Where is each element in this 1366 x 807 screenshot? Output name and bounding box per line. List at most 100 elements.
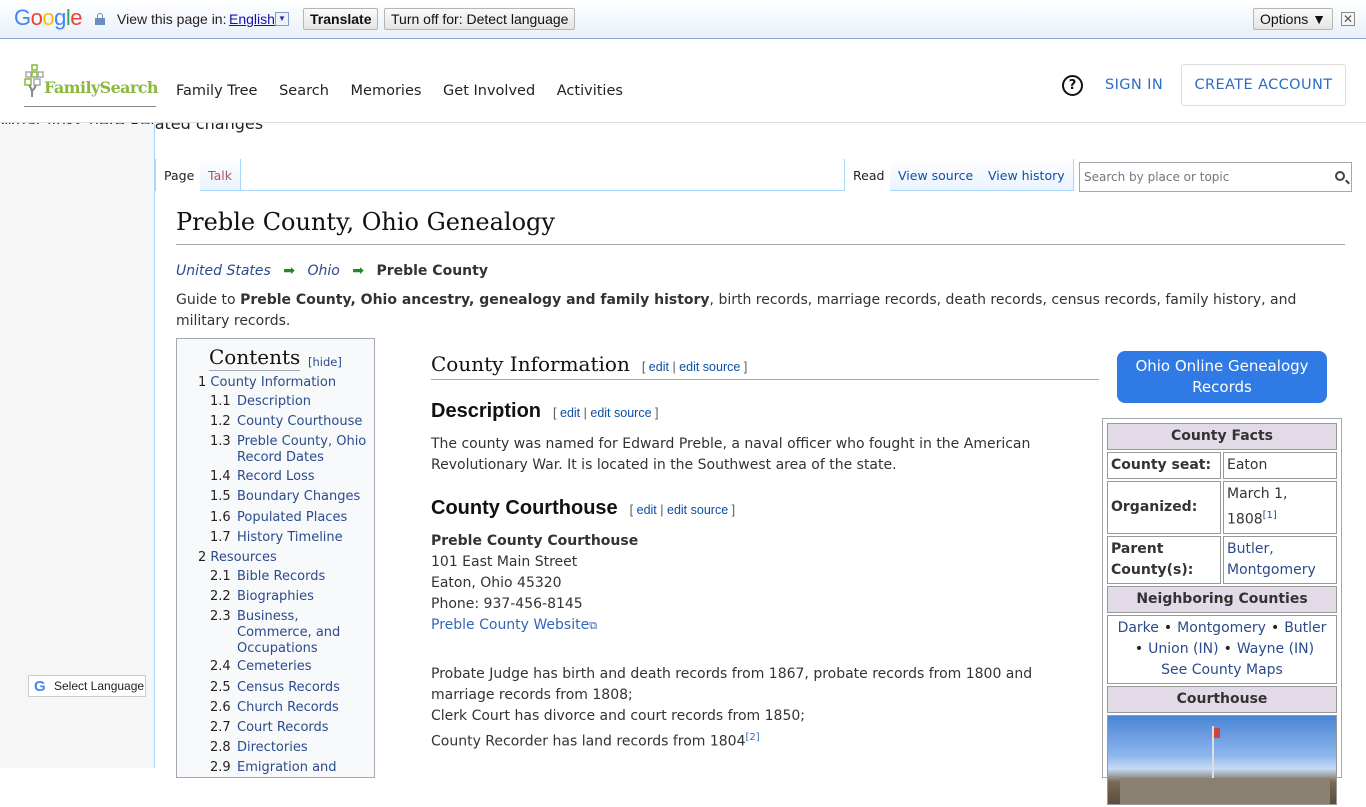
lock-icon — [95, 13, 105, 25]
toc-item[interactable]: 2.2 Biographies — [210, 589, 314, 605]
edit-source-link[interactable]: edit source — [667, 503, 728, 517]
translate-button[interactable]: Translate — [303, 8, 379, 30]
heading-text: County Courthouse — [431, 497, 618, 519]
reference-link[interactable]: [1] — [1263, 510, 1277, 521]
close-icon[interactable]: ✕ — [1341, 12, 1355, 26]
toc-item[interactable]: 2.7 Court Records — [210, 720, 329, 736]
toc-link[interactable]: Bible Records — [237, 569, 375, 585]
toc-item[interactable]: 2.8 Directories — [210, 740, 308, 756]
search-icon[interactable] — [1335, 171, 1345, 181]
toc-item[interactable]: 2.9 Emigration and — [210, 760, 337, 776]
toc-item[interactable]: 2.3 Business, Commerce, and Occupations — [210, 609, 340, 656]
search-input[interactable]: Search by place or topic — [1079, 162, 1352, 192]
toc-link[interactable]: Court Records — [237, 720, 375, 736]
toc-item[interactable]: 1.7 History Timeline — [210, 530, 343, 546]
county-website-link[interactable]: Preble County Website — [431, 617, 589, 633]
google-translate-bar: Google View this page in: English ▼ Tran… — [0, 0, 1366, 39]
sign-in-link[interactable]: SIGN IN — [1105, 77, 1163, 93]
toc-link[interactable]: Emigration and — [237, 760, 375, 776]
toc-link[interactable]: Preble County, Ohio Record Dates — [237, 434, 375, 466]
edit-source-link[interactable]: edit source — [590, 406, 651, 420]
neighbor-link[interactable]: Wayne (IN) — [1237, 641, 1314, 657]
toc-link[interactable]: Cemeteries — [237, 659, 375, 675]
toc-link[interactable]: Resources — [210, 550, 276, 565]
neighbor-link[interactable]: Butler — [1284, 620, 1326, 636]
toc-link[interactable]: County Courthouse — [237, 414, 375, 430]
edit-link[interactable]: edit — [560, 406, 580, 420]
edit-links: [ edit | edit source ] — [642, 360, 747, 374]
turn-off-button[interactable]: Turn off for: Detect language — [384, 8, 576, 30]
bullet: • — [1223, 640, 1232, 657]
language-dropdown-icon[interactable]: ▼ — [275, 12, 289, 26]
tab-view-history[interactable]: View history — [980, 159, 1074, 191]
toc-item[interactable]: 2.6 Church Records — [210, 700, 339, 716]
edit-link[interactable]: edit — [649, 360, 669, 374]
neighbor-link[interactable]: Montgomery — [1177, 620, 1266, 636]
toc-link[interactable]: Boundary Changes — [237, 489, 375, 505]
language-link[interactable]: English — [229, 11, 275, 27]
toc-hide-link[interactable]: [hide] — [308, 355, 342, 369]
nav-search[interactable]: Search — [279, 83, 329, 99]
create-account-button[interactable]: CREATE ACCOUNT — [1181, 64, 1346, 106]
toc-link[interactable]: History Timeline — [237, 530, 375, 546]
toc-item[interactable]: 1.6 Populated Places — [210, 510, 347, 526]
see-county-maps-link[interactable]: See County Maps — [1161, 662, 1283, 678]
toc-item[interactable]: 2.4 Cemeteries — [210, 659, 312, 675]
nav-get-involved[interactable]: Get Involved — [443, 83, 535, 99]
familysearch-logo[interactable]: FamilySearch — [24, 62, 159, 107]
breadcrumb-ohio[interactable]: Ohio — [307, 263, 339, 279]
toc-item[interactable]: 1.5 Boundary Changes — [210, 489, 360, 505]
edit-source-link[interactable]: edit source — [679, 360, 740, 374]
toc-num: 1.2 — [210, 414, 231, 429]
parent-county-value: Butler, Montgomery — [1223, 535, 1337, 584]
toc-link[interactable]: Church Records — [237, 700, 375, 716]
parent-county-link[interactable]: Montgomery — [1227, 562, 1316, 578]
toc-link[interactable]: Record Loss — [237, 469, 375, 485]
parent-county-link[interactable]: Butler, — [1227, 541, 1274, 557]
toc-link[interactable]: Business, Commerce, and Occupations — [237, 609, 347, 657]
options-button[interactable]: Options ▼ — [1253, 8, 1333, 30]
toc-link[interactable]: Census Records — [237, 680, 375, 696]
toc-item[interactable]: 2.1 Bible Records — [210, 569, 325, 585]
heading-text: Description — [431, 400, 542, 422]
tab-talk[interactable]: Talk — [200, 159, 241, 191]
nav-activities[interactable]: Activities — [557, 83, 623, 99]
toc-item[interactable]: 1.3 Preble County, Ohio Record Dates — [210, 434, 366, 465]
toc-item[interactable]: 1.1 Description — [210, 394, 311, 410]
toc-link[interactable]: County Information — [210, 375, 336, 390]
page-title: Preble County, Ohio Genealogy — [176, 208, 1345, 245]
neighbor-link[interactable]: Darke — [1118, 620, 1159, 636]
edit-link[interactable]: edit — [637, 503, 657, 517]
toc-item[interactable]: 2 Resources — [198, 550, 277, 566]
toc-item[interactable]: 1.2 County Courthouse — [210, 414, 362, 430]
breadcrumb-united-states[interactable]: United States — [176, 263, 271, 279]
ohio-online-records-button[interactable]: Ohio Online Genealogy Records — [1117, 351, 1327, 403]
toc-link[interactable]: Directories — [237, 740, 375, 756]
edit-links: [ edit | edit source ] — [630, 503, 735, 517]
toc-link[interactable]: Biographies — [237, 589, 375, 605]
neighbor-link[interactable]: Union (IN) — [1148, 641, 1218, 657]
intro-prefix: Guide to — [176, 292, 241, 308]
edit-links: [ edit | edit source ] — [553, 406, 658, 420]
courthouse-photo[interactable] — [1107, 714, 1337, 805]
toc-item[interactable]: 2.5 Census Records — [210, 680, 340, 696]
toc-link[interactable]: Description — [237, 394, 375, 410]
toc-item[interactable]: 1 County Information — [198, 375, 336, 391]
tab-page[interactable]: Page — [155, 159, 204, 191]
select-language-dropdown[interactable]: G Select Language — [28, 675, 146, 697]
address-line: Eaton, Ohio 45320 — [431, 575, 562, 591]
heading-county-courthouse: County Courthouse [ edit | edit source ] — [431, 497, 735, 520]
logo-letter: g — [54, 5, 66, 30]
toc-item[interactable]: 1.4 Record Loss — [210, 469, 315, 485]
separator: | — [583, 406, 587, 420]
reference-link[interactable]: [2] — [746, 732, 760, 743]
tab-view-source[interactable]: View source — [890, 159, 983, 191]
bracket: ] — [731, 503, 736, 517]
county-seat-label: County seat: — [1107, 452, 1221, 479]
tab-read[interactable]: Read — [844, 159, 894, 191]
help-icon[interactable]: ? — [1062, 75, 1083, 96]
toc-num: 2.2 — [210, 589, 231, 604]
nav-memories[interactable]: Memories — [351, 83, 422, 99]
nav-family-tree[interactable]: Family Tree — [176, 83, 257, 99]
toc-link[interactable]: Populated Places — [237, 510, 375, 526]
